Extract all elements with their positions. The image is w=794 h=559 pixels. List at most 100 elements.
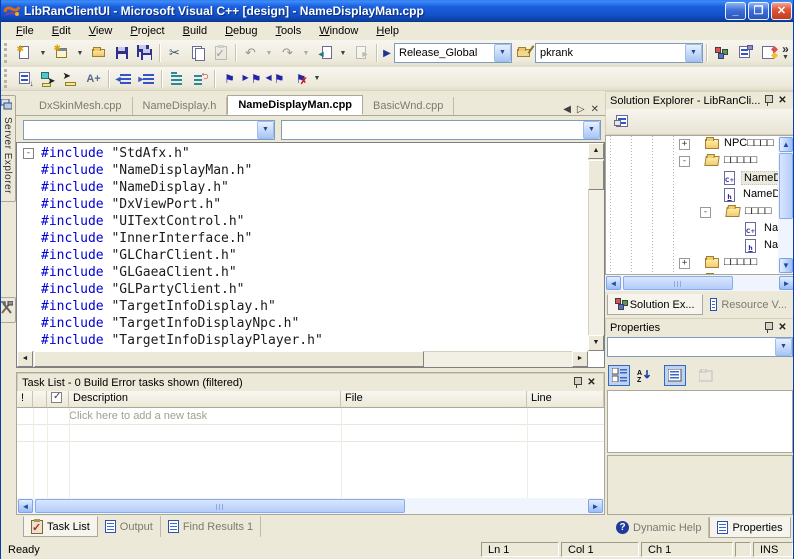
expand-icon[interactable]: + — [679, 258, 690, 269]
tree-item[interactable]: - □□□□□ — [606, 153, 778, 170]
collapse-icon[interactable]: - — [679, 156, 690, 167]
scroll-right-icon[interactable]: ► — [588, 499, 603, 513]
scroll-down-icon[interactable]: ▼ — [779, 258, 793, 273]
code-line[interactable]: #include "DxViewPort.h" — [17, 196, 587, 213]
menu-file[interactable]: File — [7, 23, 43, 39]
properties-pin-button[interactable] — [760, 321, 775, 335]
members-combo[interactable]: ▼ — [281, 120, 601, 140]
code-line[interactable]: #include "GLPartyClient.h" — [17, 281, 587, 298]
code-line[interactable]: #include "StdAfx.h" — [17, 145, 587, 162]
properties-tool-icon[interactable] — [610, 111, 633, 133]
pick-member-icon[interactable]: ➤ — [36, 68, 59, 90]
code-line[interactable]: #include "TargetInfoDisplayNpc.h" — [17, 315, 587, 332]
doc-tab-namedisplay-h[interactable]: NameDisplay.h — [133, 97, 228, 115]
code-editor[interactable]: - #include "StdAfx.h" #include "NameDispl… — [16, 142, 605, 368]
build-config-combo[interactable]: Release_Global ▼ — [394, 43, 512, 63]
toolbar-grip-2[interactable] — [4, 69, 9, 88]
build-config-dropdown[interactable]: ▼ — [494, 44, 511, 62]
menu-window[interactable]: Window — [310, 23, 367, 39]
font-grow-icon[interactable]: A+ — [82, 68, 105, 90]
paste-icon[interactable] — [209, 42, 232, 64]
close-button[interactable]: ✕ — [771, 2, 792, 20]
open-file-icon[interactable] — [87, 42, 110, 64]
types-combo[interactable]: ▼ — [23, 120, 275, 140]
close-document-icon[interactable]: ✕ — [591, 104, 599, 115]
tab-find-results-1[interactable]: Find Results 1 — [161, 516, 262, 537]
cut-icon[interactable]: ✂ — [163, 42, 186, 64]
indent-icon[interactable]: ► — [135, 68, 158, 90]
code-line[interactable]: #include "UITextControl.h" — [17, 213, 587, 230]
scroll-left-icon[interactable]: ◄ — [17, 351, 33, 367]
tree-item[interactable]: - □□□□ — [606, 204, 778, 221]
previous-bookmark-icon[interactable]: ⚑ ◀ — [264, 68, 287, 90]
task-column-![interactable]: ! — [17, 391, 33, 408]
solution-tree[interactable]: +NPC□□□□-□□□□□C+NameDihNameDi-□□□□C+Narh… — [605, 135, 793, 275]
scroll-right-icon[interactable]: ► — [572, 351, 588, 367]
members-combo-dropdown[interactable]: ▼ — [583, 121, 600, 139]
copy-icon[interactable] — [186, 42, 209, 64]
collapse-icon[interactable]: - — [700, 207, 711, 218]
categorized-icon[interactable] — [608, 364, 630, 386]
restore-button[interactable]: ❐ — [748, 2, 769, 20]
tab-resource-v-[interactable]: Resource V... — [703, 294, 793, 315]
task-column-Line[interactable]: Line — [527, 391, 604, 408]
menu-tools[interactable]: Tools — [267, 23, 311, 39]
properties-close-button[interactable]: ✕ — [775, 321, 790, 335]
menu-edit[interactable]: Edit — [43, 23, 80, 39]
solution-explorer-pin-button[interactable] — [760, 94, 775, 108]
object-combo[interactable]: ▼ — [607, 337, 793, 357]
scroll-right-icon[interactable]: ► — [779, 276, 793, 290]
new-file-dropdown[interactable]: ▼ — [36, 42, 50, 64]
menu-help[interactable]: Help — [367, 23, 408, 39]
redo-dropdown[interactable]: ▼ — [299, 42, 313, 64]
scroll-up-icon[interactable]: ▲ — [588, 143, 604, 159]
server-explorer-tab[interactable]: Server Explorer — [1, 95, 16, 202]
bookmarks-dropdown[interactable]: ▼ — [310, 68, 324, 90]
code-line[interactable]: #include "NameDisplayMan.h" — [17, 162, 587, 179]
code-line[interactable]: #include "GLGaeaClient.h" — [17, 264, 587, 281]
tree-item-label[interactable]: □□□□ — [743, 205, 774, 217]
tree-item[interactable]: C+ NameDi — [606, 170, 778, 187]
toggle-bookmark-icon[interactable]: ⚑ — [218, 68, 241, 90]
menu-project[interactable]: Project — [121, 23, 173, 39]
scroll-left-icon[interactable]: ◄ — [18, 499, 33, 513]
redo-icon[interactable]: ↷ — [276, 42, 299, 64]
tree-item-label[interactable]: NameDi — [741, 188, 778, 200]
properties-window-icon[interactable] — [733, 42, 756, 64]
expand-icon[interactable]: + — [679, 139, 690, 150]
object-browser-icon[interactable] — [756, 42, 779, 64]
doc-tab-namedisplayman-cpp[interactable]: NameDisplayMan.cpp — [227, 95, 364, 115]
task-column-check[interactable] — [47, 391, 69, 408]
tab-dynamic-help[interactable]: ? Dynamic Help — [609, 517, 710, 538]
tree-horizontal-scrollbar[interactable]: ◄ ► — [605, 275, 793, 291]
tab-solution-ex-[interactable]: Solution Ex... — [607, 294, 703, 315]
uncomment-icon[interactable]: ⮌ — [188, 68, 211, 90]
scroll-up-icon[interactable]: ▲ — [779, 137, 793, 152]
task-column-File[interactable]: File — [341, 391, 527, 408]
navigate-back-icon[interactable]: ◄ — [313, 42, 336, 64]
save-icon[interactable] — [110, 42, 133, 64]
undo-icon[interactable]: ↶ — [239, 42, 262, 64]
start-icon[interactable]: ▶ — [380, 42, 394, 64]
properties-view-icon[interactable] — [664, 364, 686, 386]
toolbox-tab[interactable] — [1, 297, 16, 323]
alphabetical-icon[interactable]: AZ — [633, 365, 655, 386]
task-list-pin-button[interactable] — [569, 376, 584, 390]
task-list-horizontal-scrollbar[interactable]: ◄ ► — [17, 498, 604, 514]
navigate-forward-icon[interactable]: ► — [350, 42, 373, 64]
navigate-back-dropdown[interactable]: ▼ — [336, 42, 350, 64]
scroll-tabs-right-icon[interactable]: ▷ — [577, 104, 585, 115]
doc-tab-basicwnd-cpp[interactable]: BasicWnd.cpp — [363, 97, 455, 115]
task-list-close-button[interactable]: ✕ — [584, 376, 599, 390]
undo-dropdown[interactable]: ▼ — [262, 42, 276, 64]
find-in-files-icon[interactable] — [512, 42, 535, 64]
scroll-tabs-left-icon[interactable]: ◀ — [563, 104, 571, 115]
scroll-down-icon[interactable]: ▼ — [588, 335, 604, 351]
code-line[interactable]: #include "TargetInfoDisplay.h" — [17, 298, 587, 315]
new-task-placeholder[interactable]: Click here to add a new task — [69, 410, 207, 422]
properties-grid[interactable] — [607, 390, 793, 453]
toolbar-overflow[interactable]: » ▼ — [780, 43, 791, 61]
editor-horizontal-scrollbar[interactable]: ◄ ► — [17, 351, 588, 367]
task-list-grid[interactable]: Click here to add a new task — [17, 408, 604, 498]
object-combo-dropdown[interactable]: ▼ — [775, 338, 792, 356]
